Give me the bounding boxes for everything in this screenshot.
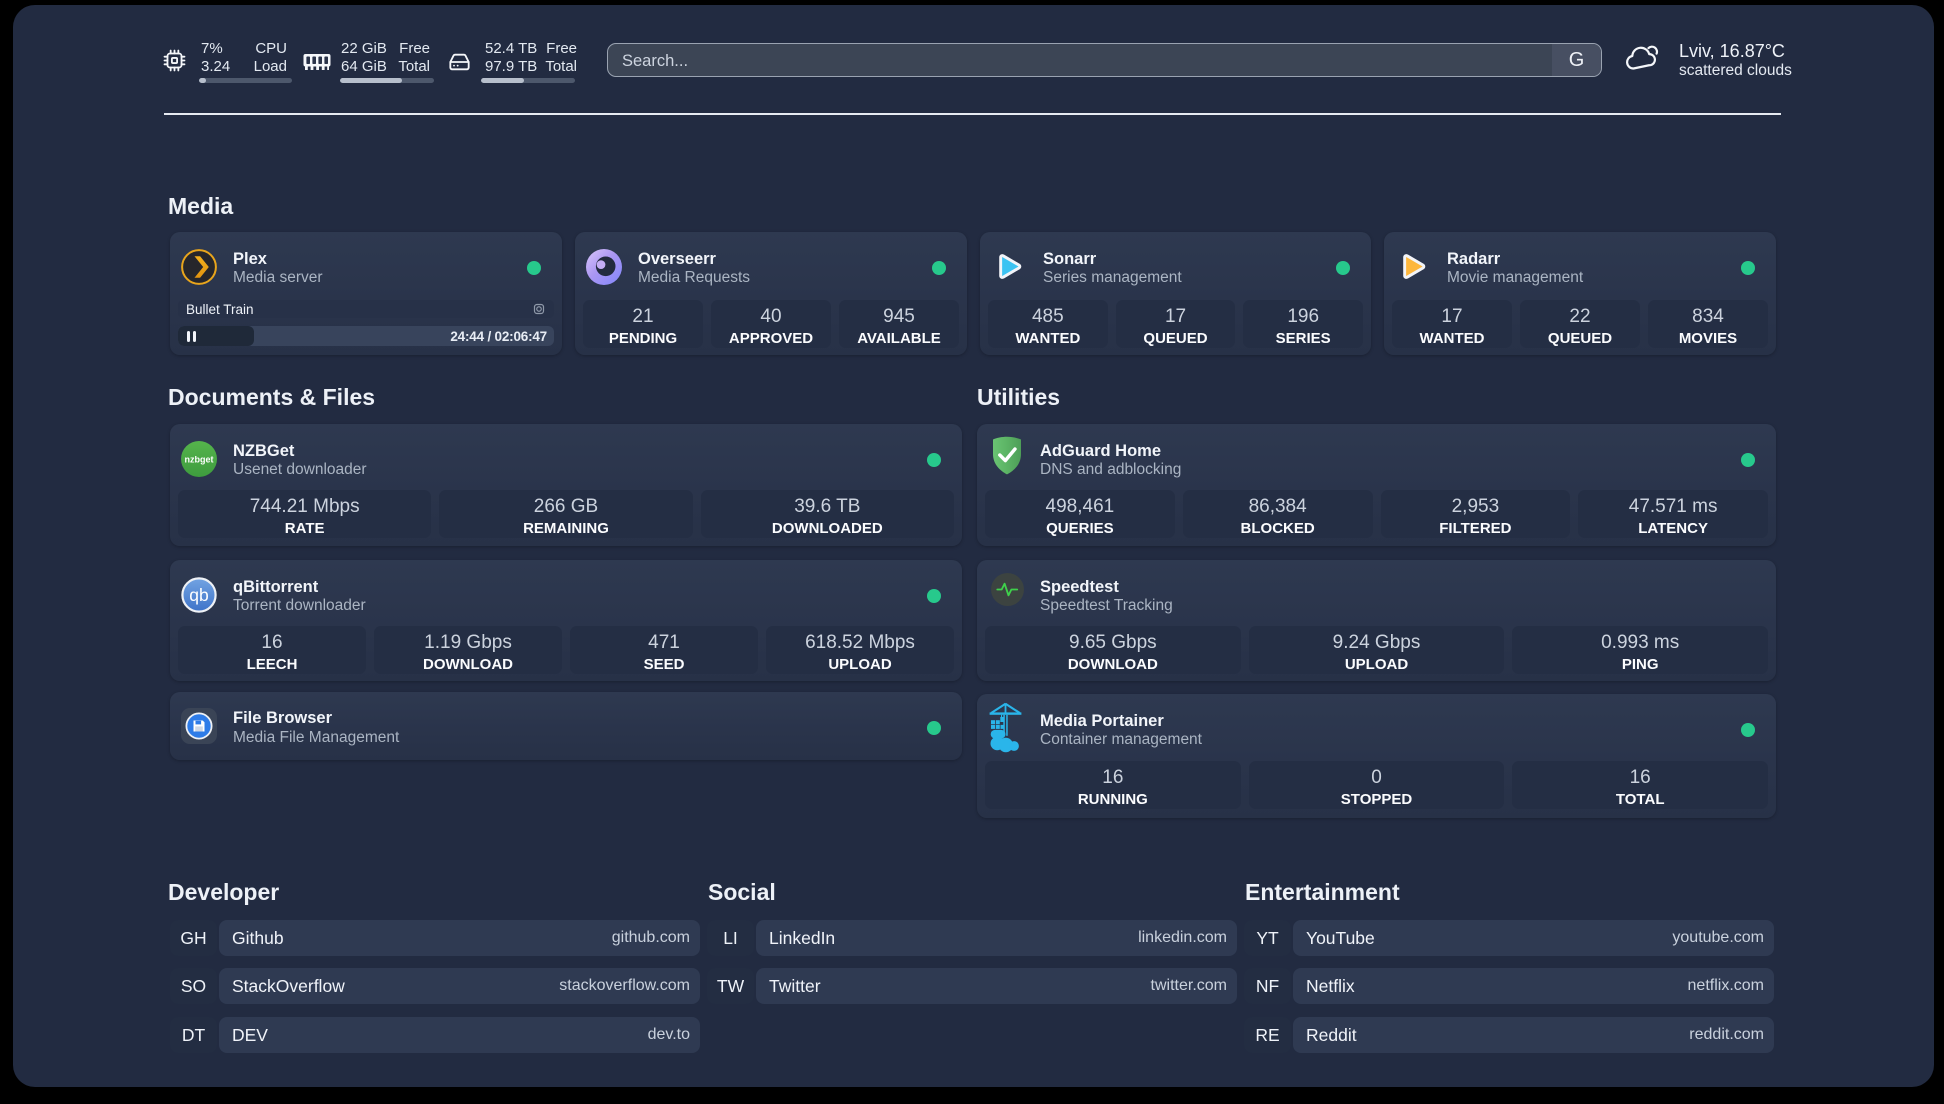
svg-text:qb: qb: [189, 585, 208, 605]
svg-text:nzbget: nzbget: [185, 455, 214, 465]
